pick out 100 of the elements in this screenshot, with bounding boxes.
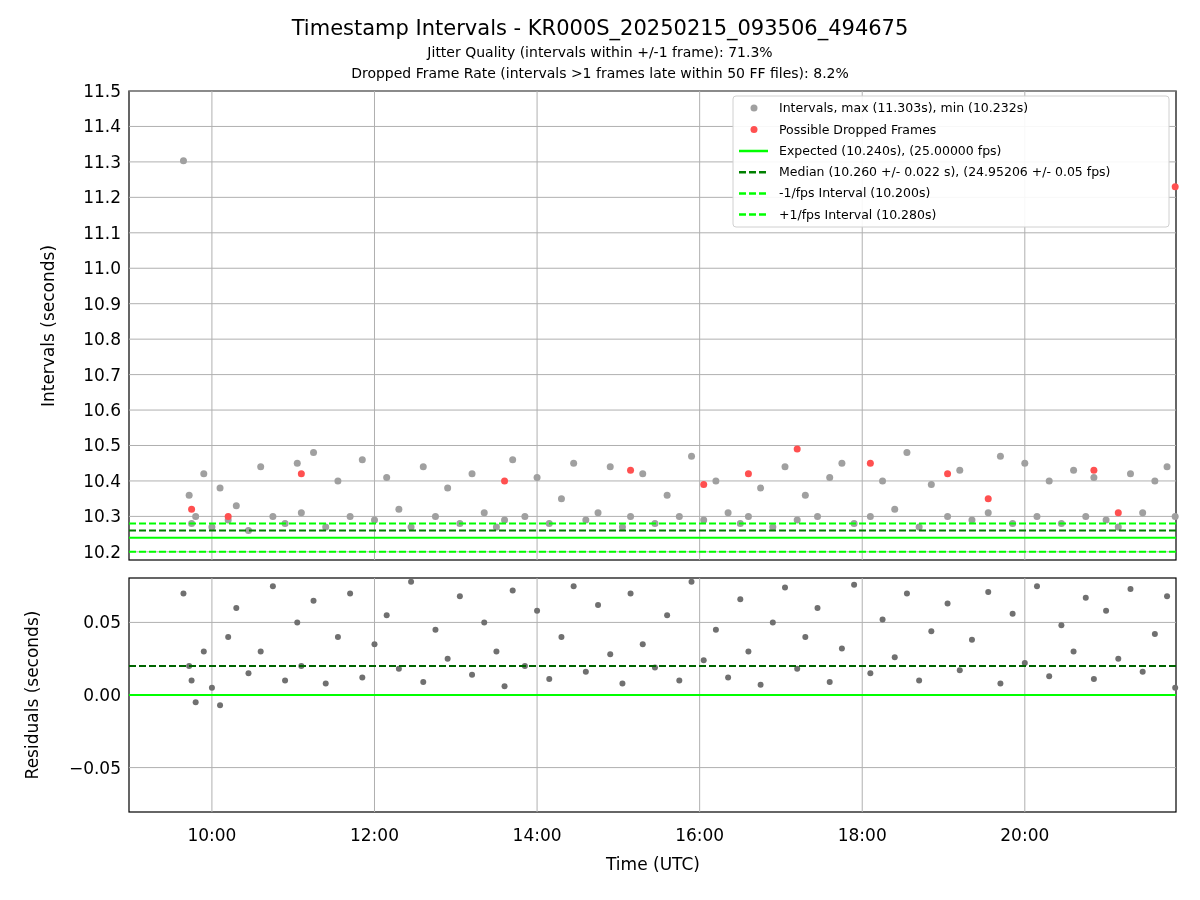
data-point — [1046, 673, 1053, 680]
data-point — [915, 523, 923, 531]
data-point — [431, 512, 439, 520]
data-point — [1033, 512, 1041, 520]
tick-label: 0.05 — [83, 612, 121, 633]
data-point — [334, 477, 342, 485]
data-point — [468, 470, 476, 478]
tick-label: 11.0 — [83, 258, 121, 279]
data-point — [208, 684, 215, 691]
chart-subtitle: Jitter Quality (intervals within +/-1 frame): 71.3% — [427, 43, 773, 62]
data-point — [1115, 655, 1122, 662]
tick-label: 11.4 — [83, 116, 121, 137]
data-point — [627, 466, 635, 474]
data-point — [456, 593, 463, 600]
data-point — [664, 612, 671, 619]
tick-label: 20:00 — [1000, 825, 1050, 845]
data-point — [891, 505, 899, 513]
data-point — [769, 619, 776, 626]
data-point — [1164, 593, 1171, 600]
data-point — [208, 523, 216, 531]
data-point — [420, 678, 427, 685]
data-point — [928, 628, 935, 635]
data-point — [216, 484, 224, 492]
data-point — [395, 665, 402, 672]
data-point — [838, 459, 846, 467]
data-point — [663, 491, 671, 499]
data-point — [469, 671, 476, 678]
data-point — [269, 512, 277, 520]
data-point — [903, 449, 911, 457]
data-point — [501, 683, 508, 690]
tick-label: 10.9 — [83, 293, 121, 314]
data-point — [814, 512, 821, 520]
data-point — [618, 523, 626, 531]
data-point — [358, 456, 366, 464]
data-point — [802, 633, 809, 640]
data-point — [1009, 520, 1017, 527]
data-point — [757, 681, 764, 688]
data-point — [594, 509, 602, 517]
data-point — [985, 588, 992, 595]
data-point — [1057, 520, 1065, 527]
data-point — [627, 512, 635, 520]
data-point — [310, 449, 318, 457]
data-point — [1070, 648, 1077, 655]
tick-label: 10.4 — [83, 470, 121, 491]
axis-label: Time (UTC) — [606, 854, 700, 874]
data-point — [257, 648, 264, 655]
data-point — [1151, 477, 1159, 485]
tick-label: 10.6 — [83, 400, 121, 421]
data-point — [281, 520, 289, 527]
data-point — [293, 459, 301, 467]
data-point — [867, 670, 874, 677]
data-point — [997, 680, 1004, 687]
data-point — [200, 648, 207, 655]
data-point — [1021, 459, 1029, 467]
data-point — [700, 516, 708, 524]
data-point — [1151, 631, 1158, 638]
data-point — [737, 596, 744, 603]
data-point — [225, 633, 232, 640]
data-point — [851, 581, 858, 588]
data-point — [1139, 509, 1147, 517]
data-point — [200, 470, 208, 478]
data-point — [185, 491, 193, 499]
data-point — [383, 612, 390, 619]
legend-label: +1/fps Interval (10.280s) — [779, 206, 937, 222]
tick-label: 10.7 — [83, 364, 121, 385]
data-point — [257, 463, 265, 471]
data-point — [769, 523, 777, 531]
data-point — [217, 702, 224, 709]
data-point — [509, 456, 517, 464]
data-point — [1114, 509, 1122, 517]
data-point — [916, 677, 923, 684]
data-point — [570, 583, 577, 590]
data-point — [1090, 676, 1097, 683]
data-point — [481, 619, 488, 626]
tick-label: −0.05 — [68, 757, 121, 778]
data-point — [850, 520, 858, 527]
legend-label: Intervals, max (11.303s), min (10.232s) — [779, 100, 1029, 115]
tick-label: 10.3 — [83, 506, 121, 527]
data-point — [533, 473, 541, 481]
data-point — [371, 516, 378, 524]
tick-label: 0.00 — [83, 685, 121, 705]
tick-label: 10.5 — [83, 435, 121, 456]
data-point — [269, 583, 276, 590]
data-point — [793, 516, 801, 524]
data-point — [558, 633, 565, 640]
data-point — [521, 512, 529, 520]
data-point — [509, 587, 516, 594]
data-point — [745, 648, 752, 655]
data-point — [570, 459, 578, 467]
data-point — [582, 668, 589, 675]
data-point — [1139, 668, 1146, 675]
data-point — [627, 590, 634, 597]
data-point — [408, 578, 415, 585]
data-point — [724, 509, 732, 517]
data-point — [607, 651, 614, 658]
data-point — [334, 633, 341, 640]
data-point — [395, 505, 403, 513]
data-point — [1082, 594, 1089, 601]
legend-swatch — [739, 192, 768, 195]
legend-label: Expected (10.240s), (25.00000 fps) — [779, 143, 1002, 158]
